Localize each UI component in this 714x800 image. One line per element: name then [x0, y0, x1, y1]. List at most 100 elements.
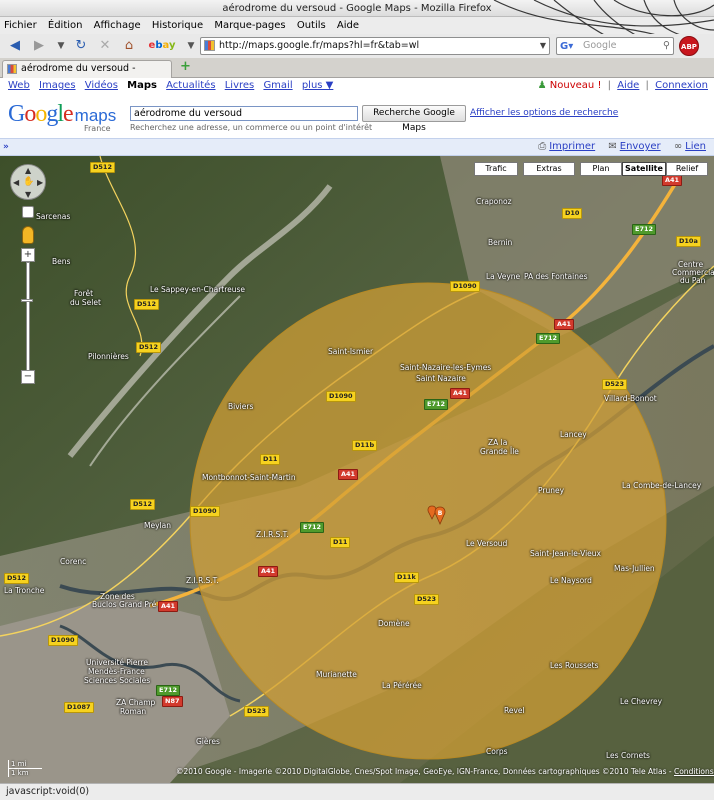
tab-bar: aérodrome du versoud - Google Maps + — [0, 58, 714, 90]
adblock-plus-icon[interactable]: ABP — [679, 36, 699, 56]
gbar-link-nouveau[interactable]: Nouveau ! — [550, 80, 602, 91]
pan-right-icon[interactable]: ▶ — [37, 178, 43, 187]
forward-arrow-icon[interactable]: ▶ — [30, 37, 48, 55]
maptype-plan[interactable]: Plan — [580, 162, 622, 176]
place-revel: Revel — [504, 706, 525, 715]
road-d512: D512 — [90, 162, 115, 173]
search-icon[interactable]: ⚲ — [663, 38, 670, 54]
copyright-text: ©2010 Google - Imagerie ©2010 DigitalGlo… — [176, 767, 672, 776]
menu-affichage[interactable]: Affichage — [94, 20, 141, 31]
road-e712: E712 — [424, 399, 449, 410]
map-canvas[interactable]: Sarcenas Bens Forêt du Selet Le Sappey-e… — [0, 156, 714, 783]
bookmarks-dropdown-icon[interactable]: ▼ — [182, 37, 200, 55]
gbar-link-web[interactable]: Web — [8, 80, 30, 91]
google-top-bar: Web Images Vidéos Maps Actualités Livres… — [0, 78, 714, 94]
send-link[interactable]: Envoyer — [620, 141, 661, 152]
zoom-in-button[interactable]: + — [21, 248, 35, 262]
zoom-control: + — [21, 248, 35, 262]
terms-link[interactable]: Conditions d'utilisation — [674, 767, 714, 776]
place-buclos-2: Buclos Grand Pré — [92, 600, 157, 609]
maptype-trafic[interactable]: Trafic — [474, 162, 518, 176]
history-dropdown-icon[interactable]: ▼ — [52, 37, 70, 55]
search-maps-button[interactable]: Recherche Google Maps — [362, 105, 466, 133]
place-foret: Forêt — [74, 289, 94, 298]
gbar-link-plus[interactable]: plus ▼ — [302, 80, 334, 91]
place-meylan: Meylan — [144, 521, 171, 530]
maptype-extras[interactable]: Extras — [523, 162, 575, 176]
ebay-icon[interactable]: ebay — [146, 37, 178, 55]
pegman-icon[interactable] — [22, 226, 34, 244]
menu-fichier[interactable]: Fichier — [4, 20, 37, 31]
search-bar[interactable]: G▾ Google ⚲ — [556, 37, 674, 55]
map-marker-b-icon[interactable]: B — [426, 504, 450, 528]
road-a41: A41 — [662, 175, 683, 186]
road-d10a: D10a — [676, 236, 701, 247]
back-arrow-icon[interactable]: ◀ — [6, 37, 24, 55]
link-link[interactable]: Lien — [685, 141, 706, 152]
maptype-satellite[interactable]: Satellite — [622, 162, 666, 176]
road-d1090: D1090 — [450, 281, 480, 292]
print-link[interactable]: Imprimer — [549, 141, 595, 152]
tab-google-maps[interactable]: aérodrome du versoud - Google Maps — [2, 60, 172, 90]
stop-icon[interactable]: ✕ — [96, 37, 114, 55]
gbar-right-links: ♟ Nouveau ! | Aide | Connexion — [537, 80, 708, 91]
new-tab-icon[interactable]: + — [180, 59, 191, 74]
street-view-zoom-icon[interactable] — [22, 206, 34, 218]
place-le-naysord: Le Naysord — [550, 576, 592, 585]
pan-control[interactable]: ▲ ◀ ▶ ▼ ✋ — [10, 164, 46, 200]
reload-icon[interactable]: ↻ — [72, 37, 90, 55]
url-bar[interactable]: http://maps.google.fr/maps?hl=fr&tab=wl … — [200, 37, 550, 55]
pan-up-icon[interactable]: ▲ — [25, 166, 31, 175]
url-dropdown-icon[interactable]: ▼ — [540, 38, 546, 54]
menu-outils[interactable]: Outils — [297, 20, 326, 31]
road-a41: A41 — [338, 469, 359, 480]
road-a41: A41 — [450, 388, 471, 399]
menu-historique[interactable]: Historique — [152, 20, 203, 31]
url-text: http://maps.google.fr/maps?hl=fr&tab=wl — [219, 40, 420, 51]
maps-header: Google maps France aérodrome du versoud R… — [0, 94, 714, 138]
place-montbonnot: Montbonnot-Saint-Martin — [202, 473, 296, 482]
gbar-link-images[interactable]: Images — [39, 80, 76, 91]
utility-bar: » ⎙ Imprimer ✉ Envoyer ∞ Lien — [0, 138, 714, 156]
gbar-link-actualites[interactable]: Actualités — [166, 80, 215, 91]
road-d1090: D1090 — [48, 635, 78, 646]
collapse-panel-icon[interactable]: » — [3, 139, 9, 155]
gbar-link-aide[interactable]: Aide — [617, 80, 639, 91]
place-za-la: ZA la — [488, 438, 508, 447]
place-gieres: Gières — [196, 737, 220, 746]
print-icon: ⎙ — [538, 141, 547, 152]
place-lancey: Lancey — [560, 430, 587, 439]
place-za-champ-2: Roman — [120, 707, 147, 716]
gbar-link-connexion[interactable]: Connexion — [655, 80, 708, 91]
window-title: aérodrome du versoud - Google Maps - Moz… — [222, 3, 492, 14]
place-pruney: Pruney — [538, 486, 565, 495]
gbar-link-livres[interactable]: Livres — [225, 80, 255, 91]
home-icon[interactable]: ⌂ — [120, 37, 138, 55]
road-d523: D523 — [602, 379, 627, 390]
search-engine-icon[interactable]: G▾ — [560, 39, 573, 55]
zoom-slider-track[interactable] — [26, 262, 30, 378]
maptype-relief[interactable]: Relief — [666, 162, 708, 176]
place-saint-jean-le-vieux: Saint-Jean-le-Vieux — [530, 549, 601, 558]
search-input[interactable]: aérodrome du versoud — [130, 106, 358, 121]
search-placeholder: Google — [583, 40, 617, 51]
road-e712: E712 — [300, 522, 325, 533]
place-le-chevrey: Le Chevrey — [620, 697, 663, 706]
window-title-bar: aérodrome du versoud - Google Maps - Moz… — [0, 0, 714, 17]
menu-aide[interactable]: Aide — [337, 20, 359, 31]
zoom-slider-handle[interactable] — [21, 299, 33, 302]
road-e712: E712 — [536, 333, 561, 344]
search-options-link[interactable]: Afficher les options de recherche — [470, 108, 618, 118]
road-e712: E712 — [632, 224, 657, 235]
gbar-link-videos[interactable]: Vidéos — [85, 80, 118, 91]
pan-left-icon[interactable]: ◀ — [13, 178, 19, 187]
menu-marque-pages[interactable]: Marque-pages — [214, 20, 285, 31]
place-les-roussets: Les Roussets — [550, 661, 599, 670]
place-saint-ismier: Saint-Ismier — [328, 347, 374, 356]
pan-down-icon[interactable]: ▼ — [25, 190, 31, 199]
place-pilonnieres: Pilonnières — [88, 352, 129, 361]
gbar-link-gmail[interactable]: Gmail — [263, 80, 292, 91]
menu-edition[interactable]: Édition — [48, 20, 83, 31]
place-universite-3: Sciences Sociales — [84, 676, 151, 685]
zoom-out-button[interactable]: − — [21, 370, 35, 384]
